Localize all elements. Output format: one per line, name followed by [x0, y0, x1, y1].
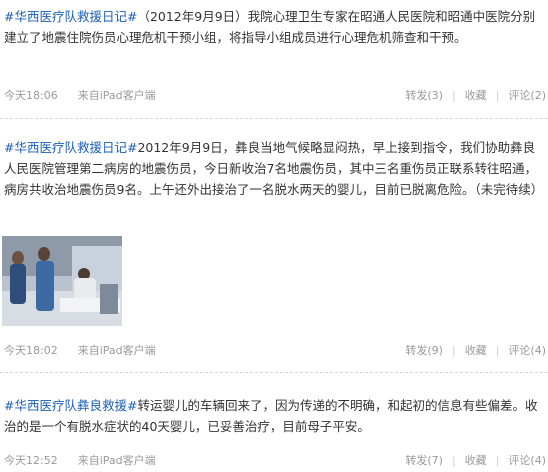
post-meta: 今天18:06 来自iPad客户端 转发(3) | 收藏 | 评论(2)	[0, 86, 548, 106]
post-meta: 今天12:52 来自iPad客户端 转发(7) | 收藏 | 评论(4)	[0, 451, 548, 471]
rescue-photo-image	[2, 236, 122, 326]
separator: |	[495, 89, 500, 102]
post-time[interactable]: 今天12:52	[4, 454, 58, 467]
repost-button[interactable]: 转发(9)	[405, 344, 443, 357]
post-photo[interactable]	[2, 236, 122, 326]
post-time[interactable]: 今天18:06	[4, 89, 58, 102]
post-divider	[0, 118, 548, 119]
post-source[interactable]: 来自iPad客户端	[78, 344, 156, 357]
topic-tag-link[interactable]: #华西医疗队救援日记#	[4, 140, 137, 155]
favorite-button[interactable]: 收藏	[465, 89, 487, 102]
post-time[interactable]: 今天18:02	[4, 344, 58, 357]
favorite-button[interactable]: 收藏	[465, 454, 487, 467]
comment-button[interactable]: 评论(2)	[508, 89, 546, 102]
post-text: #华西医疗队救援日记#（2012年9月9日）我院心理卫生专家在昭通人民医院和昭通…	[4, 6, 544, 48]
post-text: #华西医疗队彝良救援#转运婴儿的车辆回来了，因为传递的不明确，和起初的信息有些偏…	[4, 395, 544, 437]
post-source[interactable]: 来自iPad客户端	[78, 454, 156, 467]
post-divider	[0, 372, 548, 373]
post-meta: 今天18:02 来自iPad客户端 转发(9) | 收藏 | 评论(4)	[0, 341, 548, 361]
topic-tag-link[interactable]: #华西医疗队彝良救援#	[4, 398, 137, 413]
separator: |	[451, 89, 456, 102]
favorite-button[interactable]: 收藏	[465, 344, 487, 357]
comment-button[interactable]: 评论(4)	[508, 344, 546, 357]
separator: |	[495, 344, 500, 357]
repost-button[interactable]: 转发(7)	[405, 454, 443, 467]
separator: |	[451, 454, 456, 467]
post-text: #华西医疗队救援日记#2012年9月9日，彝良当地气候略显闷热，早上接到指令，我…	[4, 137, 544, 200]
separator: |	[451, 344, 456, 357]
separator: |	[495, 454, 500, 467]
repost-button[interactable]: 转发(3)	[405, 89, 443, 102]
topic-tag-link[interactable]: #华西医疗队救援日记#	[4, 9, 137, 24]
comment-button[interactable]: 评论(4)	[508, 454, 546, 467]
post-source[interactable]: 来自iPad客户端	[78, 89, 156, 102]
